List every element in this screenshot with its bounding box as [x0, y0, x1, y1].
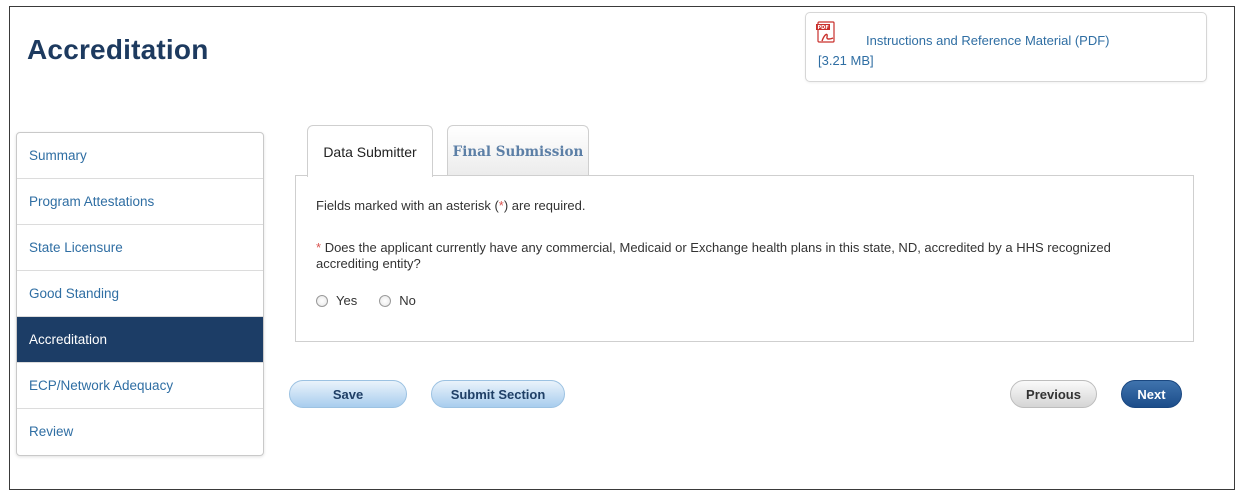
tab-panel: Fields marked with an asterisk ( * ) are r…: [295, 175, 1194, 342]
sidebar-item-good-standing[interactable]: Good Standing: [17, 271, 263, 317]
sidebar-item-accreditation[interactable]: Accreditation: [17, 317, 263, 363]
previous-button[interactable]: Previous: [1010, 380, 1097, 408]
svg-text:PDF: PDF: [818, 25, 829, 31]
save-button[interactable]: Save: [289, 380, 407, 408]
accreditation-question: * Does the applicant currently have any …: [316, 240, 1136, 272]
yes-radio[interactable]: [316, 294, 328, 307]
instructions-pdf-link[interactable]: Instructions and Reference Material (PDF…: [866, 33, 1109, 48]
sidebar-item-program-attestations[interactable]: Program Attestations: [17, 179, 263, 225]
answer-radio-group: Yes No: [316, 293, 438, 308]
sidebar-item-review[interactable]: Review: [17, 409, 263, 455]
section-sidebar: Summary Program Attestations State Licen…: [16, 132, 264, 456]
no-label[interactable]: No: [399, 293, 416, 308]
required-note-suffix: ) are required.: [503, 198, 586, 213]
yes-label[interactable]: Yes: [336, 293, 357, 308]
submit-section-button[interactable]: Submit Section: [431, 380, 565, 408]
tab-data-submitter[interactable]: Data Submitter: [307, 125, 433, 177]
pdf-file-size: [3.21 MB]: [818, 53, 874, 68]
tab-final-submission[interactable]: Final Submission: [447, 125, 589, 177]
page-title: Accreditation: [27, 34, 209, 65]
reference-material-box: PDF Instructions and Reference Material …: [805, 12, 1207, 82]
no-radio[interactable]: [379, 294, 392, 307]
sidebar-item-state-licensure[interactable]: State Licensure: [17, 225, 263, 271]
required-fields-note: Fields marked with an asterisk (*) are r…: [316, 198, 586, 213]
question-asterisk: *: [316, 240, 322, 255]
next-button[interactable]: Next: [1121, 380, 1182, 408]
sidebar-item-summary[interactable]: Summary: [17, 133, 263, 179]
pdf-icon[interactable]: PDF: [816, 21, 838, 45]
sidebar-item-ecp-network-adequacy[interactable]: ECP/Network Adequacy: [17, 363, 263, 409]
question-text: Does the applicant currently have any co…: [316, 240, 1111, 271]
required-note-prefix: Fields marked with an asterisk (: [316, 198, 499, 213]
